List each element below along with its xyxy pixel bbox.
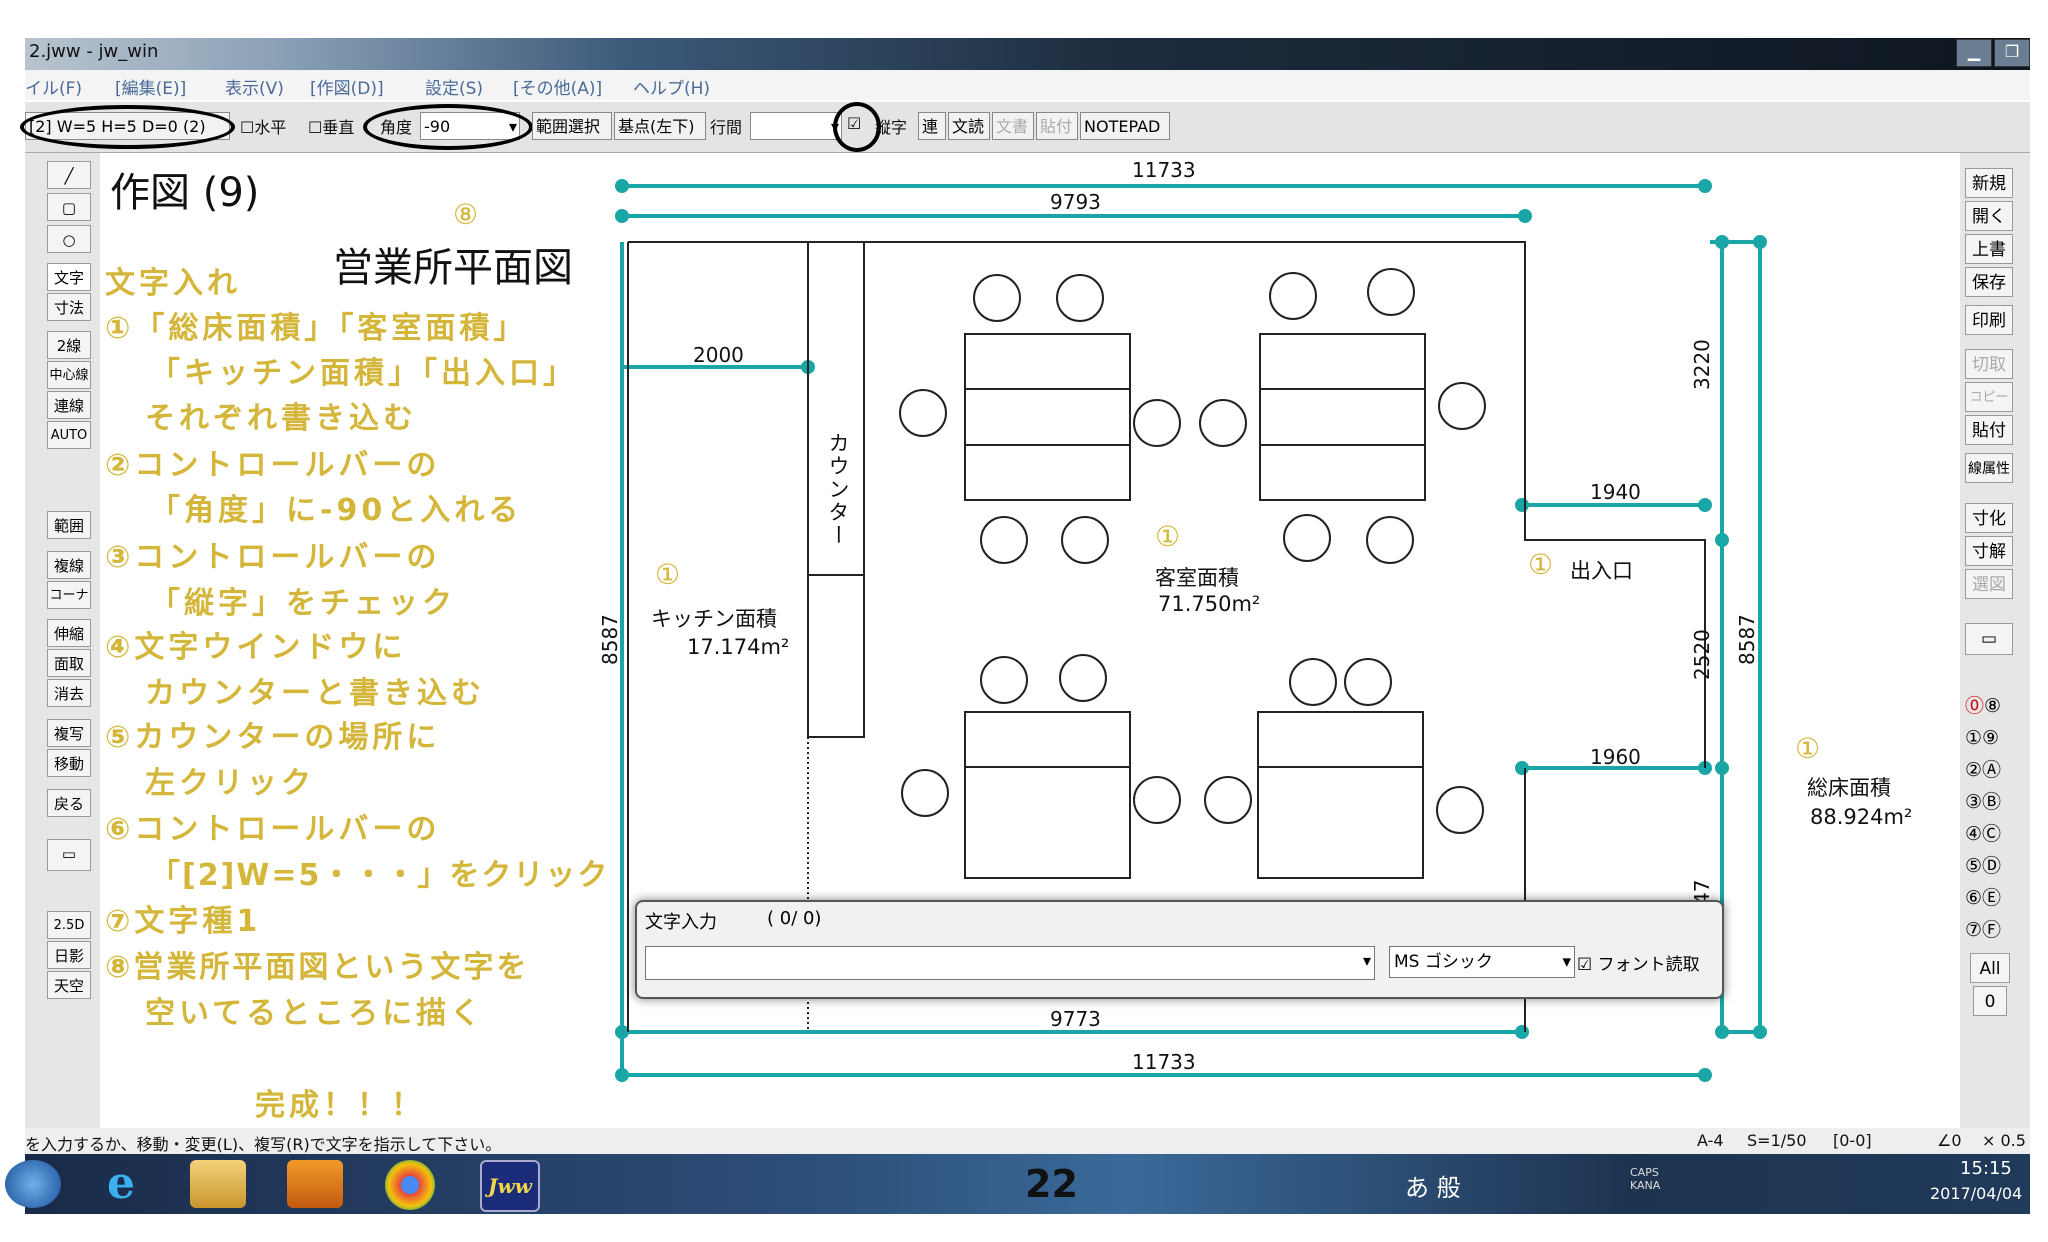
- clock-date[interactable]: 2017/04/04: [1930, 1184, 2022, 1203]
- chevron-down-icon[interactable]: ▾: [1363, 951, 1371, 971]
- layer-button[interactable]: ③: [1965, 791, 1982, 813]
- dim-right-upper: 3220: [1690, 339, 1714, 390]
- layer-button[interactable]: Ⓒ: [1982, 823, 2001, 845]
- dialog-title: 文字入力: [645, 912, 717, 933]
- status-message: を入力するか、移動・変更(L)、複写(R)で文字を指示して下さい。: [25, 1135, 502, 1154]
- layer-button[interactable]: ②: [1965, 759, 1982, 781]
- text-input-dialog: 文字入力 ( 0/ 0) ▾ MS ゴシック ▾ ☑ フォント読取: [635, 900, 1724, 999]
- kitchen-name: キッチン面積: [651, 607, 777, 631]
- media-icon[interactable]: [287, 1160, 343, 1208]
- clock-time[interactable]: 15:15: [1960, 1158, 2012, 1179]
- dim-top-total: 11733: [1132, 158, 1196, 182]
- guest-name: 客室面積: [1155, 566, 1239, 590]
- dialog-count: ( 0/ 0): [767, 908, 822, 929]
- zoom-indicator[interactable]: × 0.5: [1982, 1131, 2026, 1150]
- layer-button[interactable]: ⑦: [1965, 919, 1982, 941]
- dim-ungroup-button[interactable]: 寸解: [1965, 536, 2013, 566]
- layer-button[interactable]: ⑥: [1965, 887, 1982, 909]
- total-marker: ①: [1795, 732, 1821, 765]
- layer-grid: ⓪⑧ ①⑨ ②Ⓐ ③Ⓑ ④Ⓒ ⑤Ⓓ ⑥Ⓔ ⑦Ⓕ: [1965, 690, 2025, 946]
- dim-entrance-bottom: 1960: [1590, 745, 1641, 769]
- status-bar: を入力するか、移動・変更(L)、複写(R)で文字を指示して下さい。 A-4 S=…: [25, 1128, 2030, 1154]
- dim-group-button[interactable]: 寸化: [1965, 503, 2013, 533]
- layer-button[interactable]: Ⓐ: [1982, 759, 2001, 781]
- print-button[interactable]: 印刷: [1965, 305, 2013, 335]
- jww-icon[interactable]: Jww: [480, 1160, 540, 1212]
- dim-right-mid: 2520: [1690, 629, 1714, 680]
- new-button[interactable]: 新規: [1965, 168, 2013, 198]
- open-button[interactable]: 開く: [1965, 201, 2013, 231]
- chevron-down-icon[interactable]: ▾: [1562, 947, 1571, 977]
- angle-indicator[interactable]: ∠0: [1937, 1131, 1962, 1150]
- layer-button[interactable]: ⓪: [1965, 695, 1984, 717]
- kitchen-area: 17.174m²: [687, 635, 790, 659]
- cut-button[interactable]: 切取: [1965, 349, 2013, 379]
- line-attribute-button[interactable]: 線属性: [1965, 453, 2013, 483]
- taskbar: e Jww 22 あ 般 CAPS KANA 15:15 2017/04/04: [5, 1154, 2030, 1214]
- paste-button[interactable]: 貼付: [1965, 415, 2013, 445]
- layer-button[interactable]: ⑨: [1982, 727, 1999, 749]
- entrance-name: 出入口: [1570, 559, 1633, 583]
- scale[interactable]: S=1/50: [1747, 1131, 1807, 1150]
- drawing-title: 営業所平面図: [333, 245, 573, 291]
- page-number: 22: [1025, 1162, 1078, 1206]
- font-read-checkbox[interactable]: ☑ フォント読取: [1577, 950, 1700, 975]
- entrance-marker: ①: [1528, 548, 1554, 581]
- font-read-label: フォント読取: [1597, 955, 1700, 975]
- chrome-icon[interactable]: [385, 1160, 435, 1210]
- kitchen-marker: ①: [655, 558, 681, 591]
- dim-right-total: 8587: [1735, 614, 1759, 665]
- right-tool-panel: 新規 開く 上書 保存 印刷 切取 コピー 貼付 線属性 寸化 寸解 選図 ▭ …: [1960, 153, 2030, 1128]
- font-select[interactable]: MS ゴシック ▾: [1389, 946, 1575, 978]
- select-drawing-button[interactable]: 選図: [1965, 569, 2013, 599]
- overwrite-button[interactable]: 上書: [1965, 234, 2013, 264]
- layer-indicator[interactable]: [0-0]: [1833, 1131, 1872, 1150]
- layer-button[interactable]: Ⓑ: [1982, 791, 2001, 813]
- folder-icon[interactable]: [190, 1160, 246, 1208]
- dim-entrance-top: 1940: [1590, 480, 1641, 504]
- title-marker: ⑧: [453, 198, 479, 231]
- layer-button[interactable]: ①: [1965, 727, 1982, 749]
- total-area: 88.924m²: [1810, 805, 1913, 829]
- all-layers-button[interactable]: All: [1970, 953, 2010, 983]
- browser-icon[interactable]: e: [93, 1160, 149, 1208]
- chairs: [899, 268, 1486, 834]
- save-button[interactable]: 保存: [1965, 267, 2013, 297]
- dim-kitchen-width: 2000: [693, 343, 744, 367]
- layer-button[interactable]: Ⓔ: [1982, 887, 2001, 909]
- layer-button[interactable]: Ⓕ: [1982, 919, 2001, 941]
- text-input-field[interactable]: ▾: [645, 946, 1375, 980]
- dim-top-inner: 9793: [1050, 190, 1101, 214]
- layer-bar-icon[interactable]: ▭: [1965, 623, 2013, 655]
- layer-zero-button[interactable]: 0: [1973, 986, 2007, 1016]
- layer-button[interactable]: ⑧: [1984, 695, 2001, 717]
- layer-button[interactable]: ④: [1965, 823, 1982, 845]
- ime-indicator[interactable]: あ 般: [1405, 1168, 1461, 1203]
- dim-bottom-inner: 9773: [1050, 1007, 1101, 1031]
- copy-button[interactable]: コピー: [1965, 382, 2013, 412]
- start-icon[interactable]: [5, 1160, 61, 1208]
- dim-left-total: 8587: [598, 614, 622, 665]
- caps-indicator: CAPS KANA: [1630, 1166, 1661, 1192]
- guest-marker: ①: [1155, 520, 1181, 553]
- guest-area: 71.750m²: [1158, 592, 1261, 616]
- dim-bottom-total: 11733: [1132, 1050, 1196, 1074]
- layer-button[interactable]: Ⓓ: [1982, 855, 2001, 877]
- counter-label: カウンター: [826, 432, 850, 547]
- total-name: 総床面積: [1807, 776, 1891, 800]
- paper-size[interactable]: A-4: [1697, 1131, 1724, 1150]
- layer-button[interactable]: ⑤: [1965, 855, 1982, 877]
